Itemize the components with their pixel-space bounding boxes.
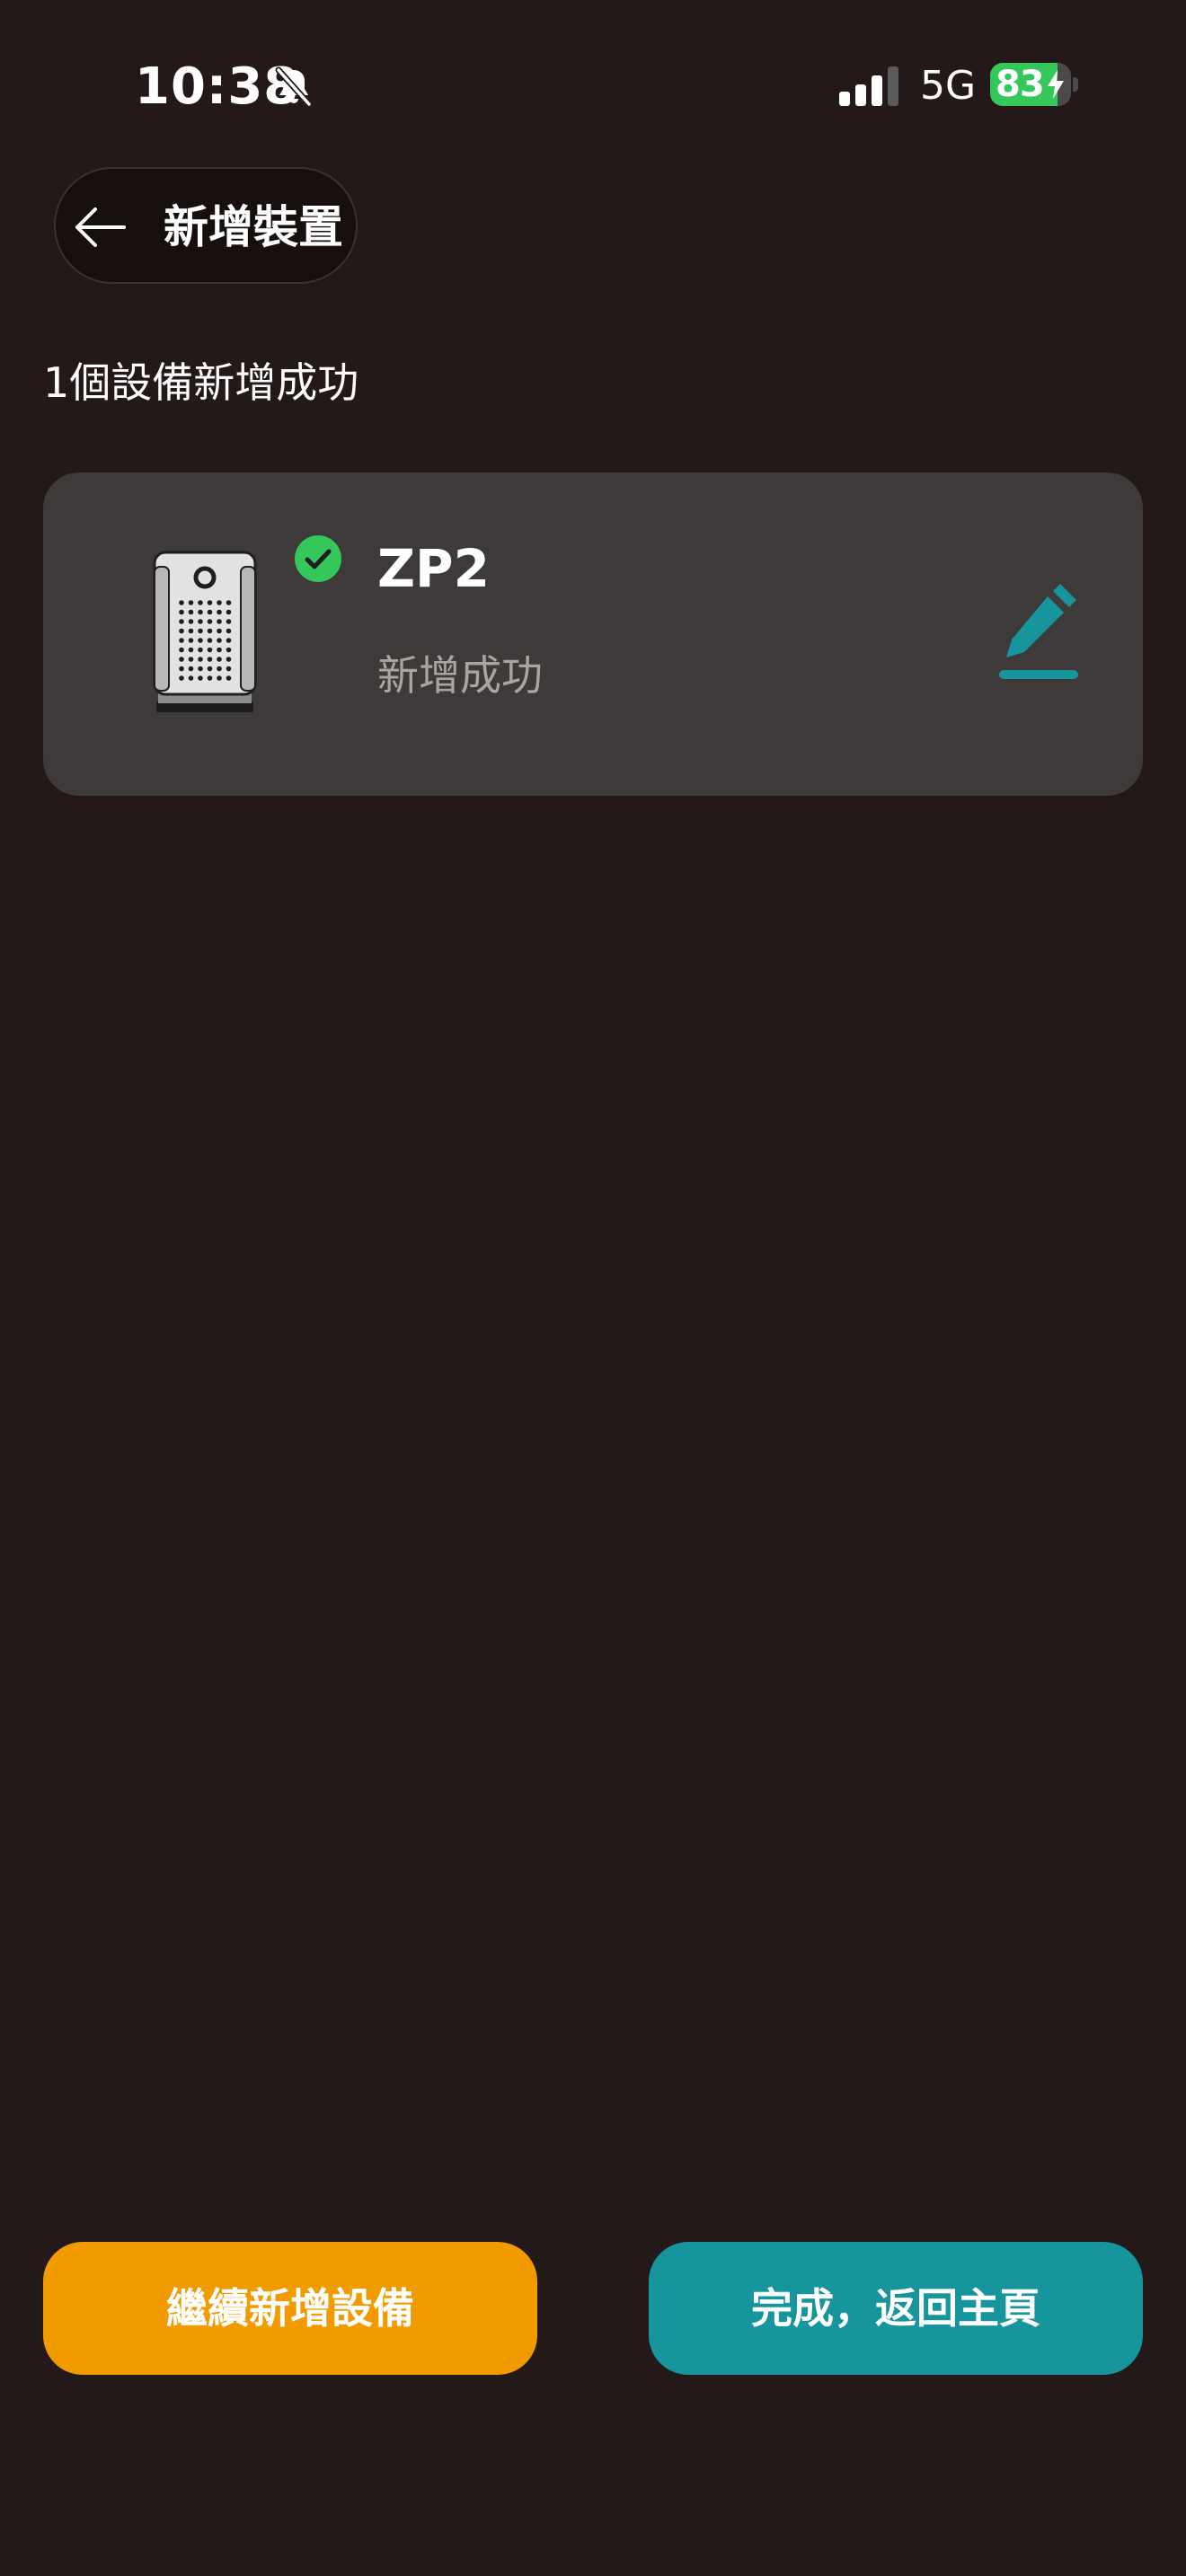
charging-bolt-icon (1048, 70, 1064, 99)
grille-dot (188, 628, 194, 634)
cellular-signal-icon (839, 66, 898, 106)
grille-dot (217, 657, 222, 662)
grille-dot (226, 600, 232, 605)
status-bar: 10:38 5G 83 (0, 0, 1186, 171)
air-purifier-image (153, 551, 257, 712)
grille-dot (198, 647, 203, 653)
grille-dot (217, 638, 222, 643)
grille-dot (226, 657, 232, 662)
grille-dot (188, 609, 194, 615)
grille-dot (217, 675, 222, 681)
screen: 10:38 5G 83 新增裝置 1個設備新增成功 ZP2 新增成功 繼續新增設… (0, 0, 1186, 2576)
grille-dot (188, 600, 194, 605)
grille-dot (207, 600, 213, 605)
grille-dot (198, 628, 203, 634)
done-return-home-button[interactable]: 完成，返回主頁 (649, 2242, 1143, 2375)
grille-dot (226, 638, 232, 643)
grille-dot (179, 647, 184, 653)
grille-dot (198, 609, 203, 615)
bell-slash-icon (275, 66, 313, 108)
grille-dot (179, 666, 184, 672)
grille-dot (179, 609, 184, 615)
grille-dot (179, 619, 184, 624)
grille-dot (198, 619, 203, 624)
battery-icon: 83 (990, 63, 1080, 106)
grille-dot (188, 647, 194, 653)
grille-dot (207, 628, 213, 634)
grille-dot (217, 666, 222, 672)
grille-dot (198, 638, 203, 643)
grille-dot (188, 657, 194, 662)
grille-dot (207, 657, 213, 662)
grille-dot (226, 609, 232, 615)
grille-dot (207, 619, 213, 624)
grille-dot (207, 675, 213, 681)
grille-dot (217, 609, 222, 615)
network-type: 5G (920, 63, 977, 109)
grille-dot (207, 647, 213, 653)
grille-dot (217, 628, 222, 634)
grille-dot (226, 666, 232, 672)
grille-dot (179, 628, 184, 634)
grille-dot (179, 657, 184, 662)
grille-dot (188, 638, 194, 643)
grille-dot (198, 666, 203, 672)
battery-body: 83 (990, 63, 1071, 106)
grille-dot (188, 619, 194, 624)
grille-dot (217, 619, 222, 624)
grille-dot (198, 600, 203, 605)
grille-dot (207, 609, 213, 615)
grille-dot (188, 666, 194, 672)
grille-dot (179, 675, 184, 681)
back-arrow-icon (75, 207, 126, 247)
grille-dot (226, 628, 232, 634)
grille-dot (207, 666, 213, 672)
grille-dot (198, 675, 203, 681)
device-status: 新增成功 (377, 651, 543, 700)
back-button[interactable]: 新增裝置 (54, 167, 358, 284)
success-summary: 1個設備新增成功 (43, 358, 359, 407)
grille-dot (188, 675, 194, 681)
grille-dot (226, 647, 232, 653)
grille-dot (179, 600, 184, 605)
grille-dot (226, 675, 232, 681)
check-circle-icon (295, 535, 341, 582)
continue-add-device-button[interactable]: 繼續新增設備 (43, 2242, 537, 2375)
grille-dot (207, 638, 213, 643)
grille-dot (226, 619, 232, 624)
grille-dot (198, 657, 203, 662)
battery-percent: 83 (996, 64, 1045, 105)
grille-dot (179, 638, 184, 643)
page-title: 新增裝置 (164, 201, 343, 253)
device-name: ZP2 (377, 538, 490, 599)
grille-dot (217, 600, 222, 605)
edit-icon[interactable] (996, 580, 1085, 688)
device-card: ZP2 新增成功 (43, 472, 1143, 796)
grille-dot (217, 647, 222, 653)
battery-nub (1073, 77, 1078, 92)
